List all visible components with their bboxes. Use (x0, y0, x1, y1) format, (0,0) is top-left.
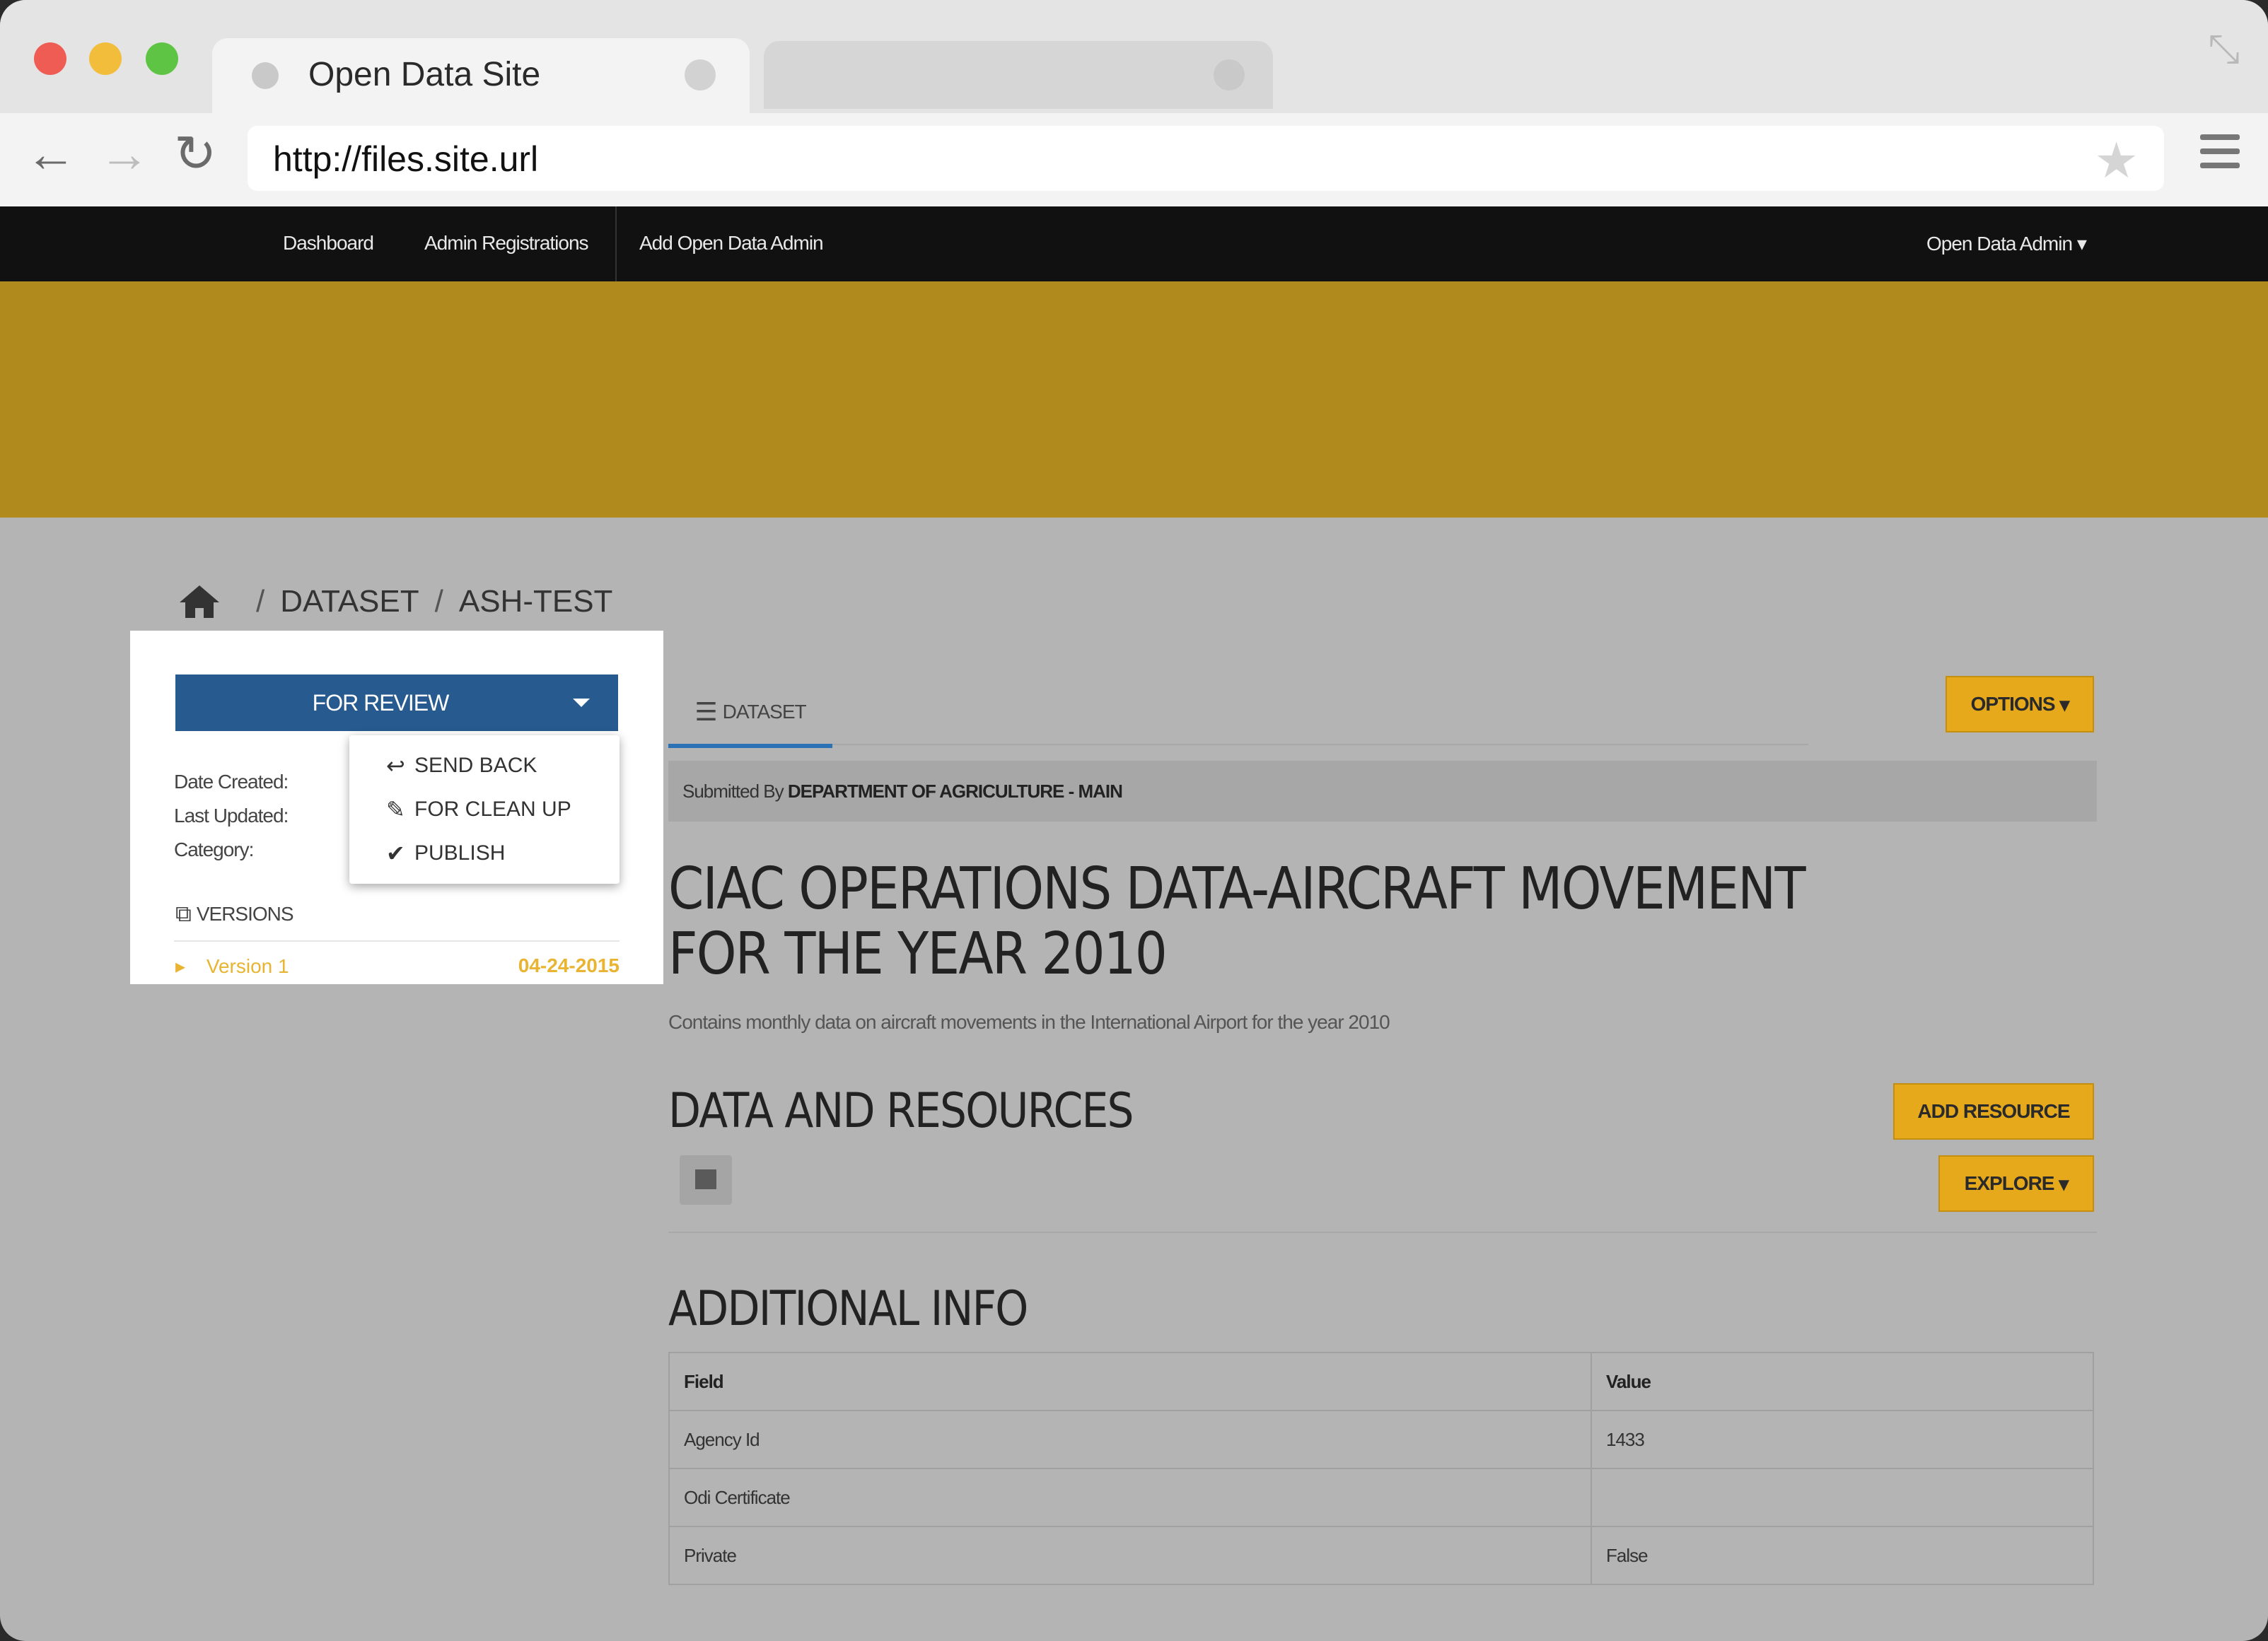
tab-dataset-label: DATASET (722, 701, 807, 723)
version-date: 04-24-2015 (518, 954, 620, 976)
table-row: Agency Id 1433 (668, 1410, 2094, 1469)
tab-dataset[interactable]: ☰ DATASET (668, 680, 832, 748)
browser-toolbar: ← → ↻ http://files.site.url ★ (0, 113, 2268, 206)
additional-info-table: Field Value Agency Id 1433 Odi Certifica… (668, 1352, 2094, 1585)
tab-close-icon[interactable] (1214, 59, 1245, 90)
dataset-description: Contains monthly data on aircraft moveme… (668, 1011, 1390, 1033)
for-clean-up-label: FOR CLEAN UP (414, 798, 571, 821)
reload-icon[interactable]: ↻ (174, 129, 216, 180)
table-row: Odi Certificate (668, 1468, 2094, 1527)
resource-file-icon[interactable] (680, 1155, 732, 1205)
publish-label: PUBLISH (414, 841, 506, 865)
database-icon: ☰ (694, 697, 717, 726)
resources-divider (668, 1232, 2097, 1233)
copy-icon: ⧉ (175, 901, 192, 926)
site-navbar: Dashboard Admin Registrations Add Open D… (0, 206, 2268, 281)
versions-divider (174, 940, 620, 942)
browser-tab-active[interactable]: Open Data Site (212, 38, 750, 115)
url-text: http://files.site.url (273, 139, 539, 179)
status-button-label: FOR REVIEW (312, 690, 450, 716)
tab-underline (832, 744, 1808, 745)
favicon-icon (252, 62, 279, 89)
home-icon[interactable] (178, 584, 221, 619)
version-label: Version 1 (206, 955, 289, 977)
checkmark-icon: ✔ (386, 841, 405, 866)
reply-icon: ↩ (386, 753, 405, 778)
table-row: Private False (668, 1526, 2094, 1585)
table-cell-value: 1433 (1590, 1410, 2094, 1469)
breadcrumb-separator: / (434, 584, 443, 619)
table-cell-field: Agency Id (668, 1410, 1592, 1469)
table-cell-value (1590, 1468, 2094, 1527)
explore-label: EXPLORE (1964, 1172, 2055, 1194)
user-menu[interactable]: Open Data Admin ▾ (1926, 232, 2087, 255)
forward-arrow-icon[interactable]: → (99, 129, 150, 180)
caret-down-icon (573, 699, 590, 707)
fullscreen-icon[interactable]: ⤡ (2208, 25, 2240, 73)
for-review-dropdown-button[interactable]: FOR REVIEW (175, 674, 618, 731)
submitted-by-bar: Submitted By DEPARTMENT OF AGRICULTURE -… (668, 761, 2097, 822)
tab-close-icon[interactable] (685, 59, 716, 90)
add-resource-label: ADD RESOURCE (1917, 1100, 2070, 1122)
last-updated-label: Last Updated: (174, 805, 289, 827)
close-window-button[interactable] (34, 42, 66, 75)
send-back-label: SEND BACK (414, 754, 537, 777)
chevron-down-icon: ▾ (2076, 233, 2087, 255)
versions-header: ⧉ VERSIONS (175, 901, 294, 928)
for-clean-up-item[interactable]: ✎ FOR CLEAN UP (386, 796, 571, 823)
minimize-window-button[interactable] (89, 42, 122, 75)
table-cell-value: False (1590, 1526, 2094, 1585)
maximize-window-button[interactable] (146, 42, 178, 75)
submitted-by-prefix: Submitted By (682, 781, 784, 802)
tab-title: Open Data Site (308, 56, 541, 93)
table-cell-field: Private (668, 1526, 1592, 1585)
publish-item[interactable]: ✔ PUBLISH (386, 840, 505, 867)
table-header-field: Field (668, 1352, 1592, 1411)
table-cell-field: Odi Certificate (668, 1468, 1592, 1527)
dataset-title: CIAC OPERATIONS DATA-AIRCRAFT MOVEMENT F… (668, 855, 1806, 988)
nav-dashboard[interactable]: Dashboard (283, 232, 374, 255)
add-resource-button[interactable]: ADD RESOURCE (1893, 1083, 2094, 1140)
submitted-by-text: Submitted By DEPARTMENT OF AGRICULTURE -… (682, 781, 1123, 802)
submitted-by-agency: DEPARTMENT OF AGRICULTURE - MAIN (787, 781, 1123, 802)
dataset-main: ☰ DATASET OPTIONS ▾ Submitted By DEPARTM… (668, 645, 2097, 1635)
table-header-value: Value (1590, 1352, 2094, 1411)
options-button-label: OPTIONS (1970, 693, 2056, 715)
back-arrow-icon[interactable]: ← (25, 129, 76, 180)
nav-admin-registrations[interactable]: Admin Registrations (424, 232, 589, 255)
version-caret-icon: ▸ (175, 955, 186, 977)
category-label: Category: (174, 839, 254, 860)
status-dropdown-menu: ↩ SEND BACK ✎ FOR CLEAN UP ✔ PUBLISH (349, 735, 620, 884)
table-header-row: Field Value (668, 1352, 2094, 1411)
breadcrumb-separator: / (256, 584, 265, 619)
version-item[interactable]: ▸ Version 1 04-24-2015 (175, 954, 620, 978)
versions-label: VERSIONS (196, 903, 294, 925)
data-resources-heading: DATA AND RESOURCES (668, 1083, 1134, 1139)
browser-titlebar: Open Data Site ⤡ (0, 0, 2268, 115)
browser-menu-icon[interactable] (2200, 134, 2240, 177)
caret-down-icon: ▾ (2059, 693, 2069, 716)
browser-tab-new[interactable] (764, 41, 1273, 109)
additional-info-heading: ADDITIONAL INFO (668, 1281, 1028, 1337)
hero-banner (0, 281, 2268, 518)
options-button[interactable]: OPTIONS ▾ (1946, 676, 2094, 732)
date-created-label: Date Created: (174, 771, 289, 793)
nav-add-open-data-admin[interactable]: Add Open Data Admin (639, 232, 824, 255)
address-bar[interactable]: http://files.site.url ★ (248, 126, 2164, 191)
bookmark-star-icon[interactable]: ★ (2094, 132, 2139, 189)
breadcrumb-current: ASH-TEST (458, 584, 613, 619)
caret-down-icon: ▾ (2059, 1172, 2069, 1195)
pencil-icon: ✎ (386, 797, 405, 822)
user-menu-label: Open Data Admin (1926, 233, 2073, 255)
send-back-item[interactable]: ↩ SEND BACK (386, 752, 537, 779)
breadcrumb: / DATASET / ASH-TEST (178, 584, 612, 619)
browser-window: Open Data Site ⤡ ← → ↻ http://files.site… (0, 0, 2268, 1641)
status-panel: FOR REVIEW Date Created: Last Updated: C… (130, 631, 663, 984)
explore-button[interactable]: EXPLORE ▾ (1938, 1155, 2094, 1212)
nav-divider (615, 206, 617, 281)
breadcrumb-dataset[interactable]: DATASET (280, 584, 419, 619)
